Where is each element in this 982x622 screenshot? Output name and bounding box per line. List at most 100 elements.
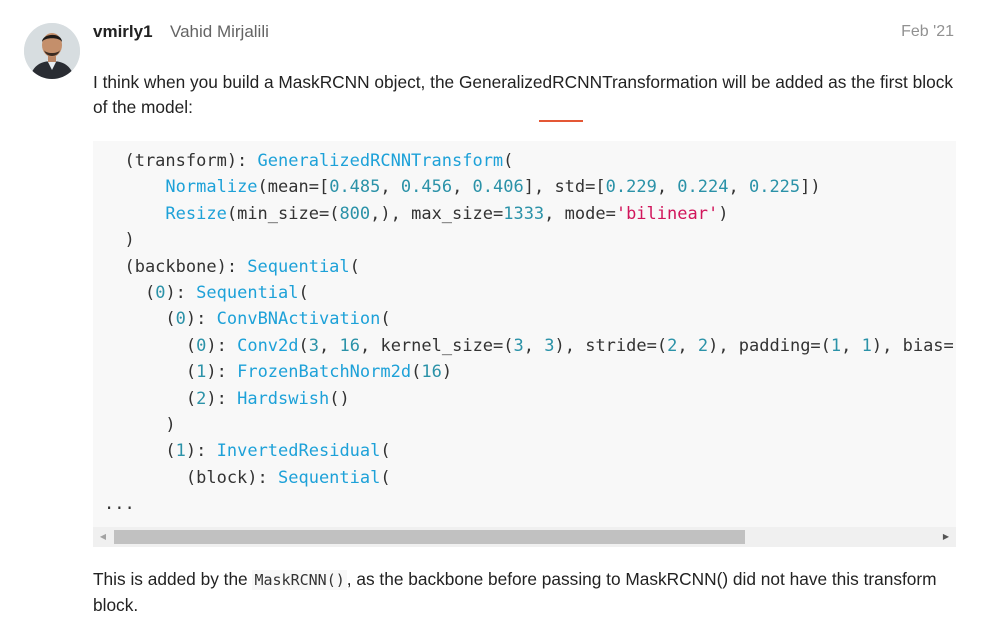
code-token: 16 [421,362,442,383]
code-line: (0): ConvBNActivation( [104,306,954,332]
code-token: ( [349,256,360,277]
accent-divider [539,120,583,122]
code-token: Conv2d [237,335,299,356]
full-name: Vahid Mirjalili [170,22,269,41]
code-token: 0.406 [472,177,524,198]
code-token: ,), max_size= [370,203,504,224]
code-token: 2 [697,335,709,356]
code-token: , [841,335,862,356]
code-token: 2 [196,388,207,409]
code-token: 1 [196,362,207,383]
code-token: 0.225 [748,177,801,198]
code-token: ): [185,309,217,330]
code-line: Normalize(mean=[0.485, 0.456, 0.406], st… [104,174,954,200]
code-token: ): [206,388,238,409]
code-token: ( [104,309,176,330]
code-token: 2 [667,335,678,356]
code-token: ), padding=( [708,335,831,356]
code-token: , kernel_size=( [359,335,514,356]
code-token: , [452,177,473,198]
code-token: 0 [196,335,207,356]
code-token: , [380,177,401,198]
code-token: 0.229 [605,177,657,198]
code-token: Sequential [278,467,381,488]
code-line: (1): FrozenBatchNorm2d(16) [104,359,954,385]
inline-code: MaskRCNN() [252,570,347,590]
code-token: ), stride=( [554,335,668,356]
code-token: ) [104,230,135,251]
code-token: Resize [165,203,227,224]
code-token: 0.224 [677,177,729,198]
code-token: ) [441,362,453,383]
code-token: , [728,177,749,198]
code-token: FrozenBatchNorm2d [237,362,412,383]
code-token: ): [206,335,238,356]
code-token: 1 [175,441,186,462]
scrollbar-thumb[interactable] [114,530,745,544]
code-token: (mean=[ [257,177,330,198]
code-token: (min_size=( [226,203,340,224]
code-token: (block): [104,467,278,488]
code-token: ]) [800,177,821,198]
code-token: Hardswish [237,388,330,409]
code-line: ) [104,227,954,253]
code-token: 0 [155,282,166,303]
code-token: ( [104,362,197,383]
code-token: 3 [544,335,555,356]
code-token: ): [165,282,197,303]
code-line: (2): Hardswish() [104,386,954,412]
post-date[interactable]: Feb '21 [901,23,954,41]
code-line: ) [104,412,954,438]
code-token: 1 [861,335,872,356]
code-token: , [656,177,678,198]
code-content: (transform): GeneralizedRCNNTransform( N… [104,148,954,517]
code-token: ( [380,309,391,330]
code-token: 1333 [503,203,545,224]
paragraph-text: This is added by the [93,569,253,589]
code-token: , [677,335,698,356]
avatar[interactable] [24,23,80,79]
code-line: (0): Sequential( [104,280,954,306]
code-line: (1): InvertedResidual( [104,438,954,464]
code-token: 800 [339,203,371,224]
code-token: 0.456 [400,177,453,198]
code-token: ) [718,203,729,224]
code-token: ( [380,441,391,462]
code-line: (block): Sequential( [104,465,954,491]
code-token: ( [298,282,309,303]
code-token: 3 [308,335,320,356]
scroll-left-arrow-icon[interactable]: ◀ [93,527,113,547]
code-token: (transform): [104,151,258,171]
code-line: (backbone): Sequential( [104,254,954,280]
post-paragraph: I think when you build a MaskRCNN object… [93,72,953,117]
code-token: 3 [513,335,524,356]
horizontal-scrollbar[interactable]: ◀ ▶ [93,527,956,547]
code-token: InvertedResidual [216,441,381,462]
code-token: , mode= [544,203,616,224]
code-token: Normalize [165,177,258,198]
code-block: (transform): GeneralizedRCNNTransform( N… [93,141,956,547]
code-token: 0 [175,309,186,330]
code-token: ( [380,467,391,488]
code-line: (0): Conv2d(3, 16, kernel_size=(3, 3), s… [104,333,954,359]
code-line: Resize(min_size=(800,), max_size=1333, m… [104,201,954,227]
code-token: ConvBNActivation [216,309,381,330]
forum-post: vmirly1 Vahid Mirjalili Feb '21 I think … [0,0,982,622]
code-token: ], std=[ [523,177,606,198]
code-token: ( [104,388,197,409]
code-token: Sequential [196,282,299,303]
code-token: 1 [830,335,842,356]
code-token: () [329,388,350,409]
code-token: ), bias= [871,335,954,356]
code-token: 'bilinear' [615,203,719,224]
code-token: 16 [339,335,360,356]
code-token: ): [206,362,238,383]
code-line: (transform): GeneralizedRCNNTransform( [104,148,954,174]
username[interactable]: vmirly1 [93,22,153,42]
code-token: ( [411,362,422,383]
scroll-right-arrow-icon[interactable]: ▶ [936,527,956,547]
code-token: , [319,335,340,356]
code-token: ( [104,282,156,303]
